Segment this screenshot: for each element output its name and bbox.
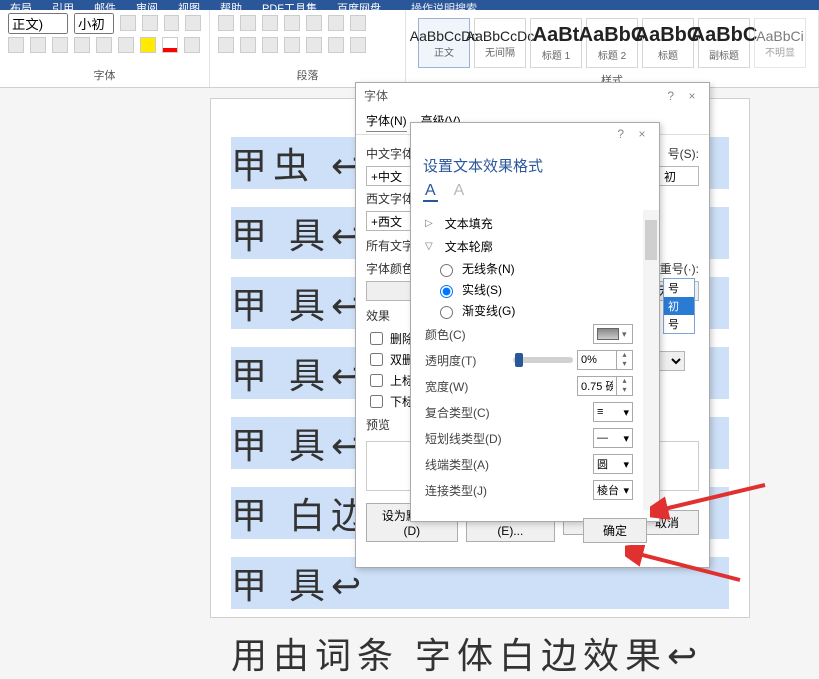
- style-subtitle[interactable]: AaBbC副标题: [698, 18, 750, 68]
- indent-dec-icon[interactable]: [284, 15, 300, 31]
- style-nospacing[interactable]: AaBbCcDc无间隔: [474, 18, 526, 68]
- grow-font-icon[interactable]: [120, 15, 136, 31]
- radio-solid-line[interactable]: [440, 285, 453, 298]
- enclose-icon[interactable]: [184, 37, 200, 53]
- close-icon[interactable]: ×: [633, 127, 651, 141]
- tab-baidu[interactable]: 百度网盘: [327, 0, 391, 10]
- align-center-icon[interactable]: [240, 37, 256, 53]
- chk-superscript[interactable]: [370, 374, 383, 387]
- close-icon[interactable]: ×: [683, 89, 701, 103]
- size-label: 号(S):: [668, 145, 699, 162]
- color-picker[interactable]: ▾: [593, 324, 633, 344]
- help-icon[interactable]: ?: [612, 127, 630, 141]
- text-effects-icon[interactable]: [118, 37, 134, 53]
- style-heading2[interactable]: AaBbC标题 2: [586, 18, 638, 68]
- scrollbar[interactable]: [645, 214, 657, 494]
- tab-view[interactable]: 视图: [168, 0, 210, 10]
- text-fill-outline-icon[interactable]: A: [423, 182, 438, 202]
- paragraph-group: 段落: [210, 10, 406, 87]
- font-group-label: 字体: [8, 67, 201, 83]
- font-dialog-title: 字体: [364, 87, 388, 104]
- cap-label: 线端类型(A): [425, 456, 495, 473]
- radio-gradient-line[interactable]: [440, 306, 453, 319]
- style-title[interactable]: AaBbC标题: [642, 18, 694, 68]
- help-icon[interactable]: ?: [662, 89, 680, 103]
- join-label: 连接类型(J): [425, 482, 495, 499]
- width-label: 宽度(W): [425, 378, 495, 395]
- size-input[interactable]: [659, 166, 699, 186]
- tab-help[interactable]: 帮助: [210, 0, 252, 10]
- tab-references[interactable]: 引用: [42, 0, 84, 10]
- bold-icon[interactable]: [8, 37, 24, 53]
- tell-me[interactable]: 操作说明搜索: [401, 0, 487, 10]
- tab-pdf[interactable]: PDF工具集: [252, 0, 327, 10]
- tab-layout[interactable]: 布局: [0, 0, 42, 10]
- text-outline-group[interactable]: 文本轮廓: [445, 238, 493, 255]
- bullets-icon[interactable]: [218, 15, 234, 31]
- chevron-down-icon[interactable]: ▽: [425, 241, 437, 252]
- ribbon: 字体 段落 A: [0, 10, 819, 88]
- ribbon-tabs: 布局 引用 邮件 审阅 视图 帮助 PDF工具集 百度网盘 操作说明搜索: [0, 0, 819, 10]
- tab-mailings[interactable]: 邮件: [84, 0, 126, 10]
- font-group: 字体: [0, 10, 210, 87]
- size-list[interactable]: 号 初 号: [663, 278, 695, 334]
- tab-font[interactable]: 字体(N): [366, 110, 407, 132]
- dash-select[interactable]: —▾: [593, 428, 633, 448]
- numbering-icon[interactable]: [240, 15, 256, 31]
- clear-format-icon[interactable]: [185, 15, 201, 31]
- sort-icon[interactable]: [328, 15, 344, 31]
- underline-icon[interactable]: [52, 37, 68, 53]
- borders-icon[interactable]: [350, 37, 366, 53]
- chevron-right-icon[interactable]: ▷: [425, 218, 437, 229]
- compound-label: 复合类型(C): [425, 404, 495, 421]
- font-color-icon[interactable]: [162, 37, 178, 53]
- style-normal[interactable]: AaBbCcDc正文: [418, 18, 470, 68]
- indent-inc-icon[interactable]: [306, 15, 322, 31]
- style-heading1[interactable]: AaBt标题 1: [530, 18, 582, 68]
- paragraph-group-label: 段落: [218, 67, 397, 83]
- align-justify-icon[interactable]: [284, 37, 300, 53]
- style-subtle[interactable]: AaBbCi不明显: [754, 18, 806, 68]
- emphasis-label: 重号(·):: [660, 260, 699, 277]
- transparency-label: 透明度(T): [425, 352, 495, 369]
- multilevel-icon[interactable]: [262, 15, 278, 31]
- text-effect-dialog: ? × 设置文本效果格式 A A ▷文本填充 ▽文本轮廓 无线条(N) 实线(S…: [410, 122, 660, 522]
- width-spinner[interactable]: ▴▾: [577, 376, 633, 396]
- fx-ok-button[interactable]: 确定: [583, 518, 647, 543]
- strike-icon[interactable]: [74, 37, 90, 53]
- font-size-input[interactable]: [74, 13, 114, 34]
- chk-double-strike[interactable]: [370, 353, 383, 366]
- text-effects-icon[interactable]: A: [452, 182, 467, 202]
- subscript-icon[interactable]: [96, 37, 112, 53]
- font-name-input[interactable]: [8, 13, 68, 34]
- radio-no-line[interactable]: [440, 264, 453, 277]
- show-marks-icon[interactable]: [350, 15, 366, 31]
- align-left-icon[interactable]: [218, 37, 234, 53]
- text-fill-group[interactable]: 文本填充: [445, 215, 493, 232]
- styles-group: AaBbCcDc正文 AaBbCcDc无间隔 AaBt标题 1 AaBbC标题 …: [406, 10, 819, 87]
- shrink-font-icon[interactable]: [142, 15, 158, 31]
- join-select[interactable]: 棱台▾: [593, 480, 633, 500]
- transparency-slider[interactable]: [513, 357, 573, 363]
- tab-review[interactable]: 审阅: [126, 0, 168, 10]
- fx-dialog-title: 设置文本效果格式: [411, 145, 659, 182]
- doc-line: 用由词条 字体白边效果↩: [231, 627, 729, 679]
- cap-select[interactable]: 圆▾: [593, 454, 633, 474]
- compound-select[interactable]: ≡▾: [593, 402, 633, 422]
- align-right-icon[interactable]: [262, 37, 278, 53]
- color-label: 颜色(C): [425, 326, 495, 343]
- line-spacing-icon[interactable]: [306, 37, 322, 53]
- shading-icon[interactable]: [328, 37, 344, 53]
- chk-strike[interactable]: [370, 332, 383, 345]
- styles-gallery[interactable]: AaBbCcDc正文 AaBbCcDc无间隔 AaBt标题 1 AaBbC标题 …: [414, 14, 810, 72]
- italic-icon[interactable]: [30, 37, 46, 53]
- highlight-icon[interactable]: [140, 37, 156, 53]
- change-case-icon[interactable]: [164, 15, 180, 31]
- dash-label: 短划线类型(D): [425, 430, 502, 447]
- chk-subscript[interactable]: [370, 395, 383, 408]
- transparency-spinner[interactable]: ▴▾: [577, 350, 633, 370]
